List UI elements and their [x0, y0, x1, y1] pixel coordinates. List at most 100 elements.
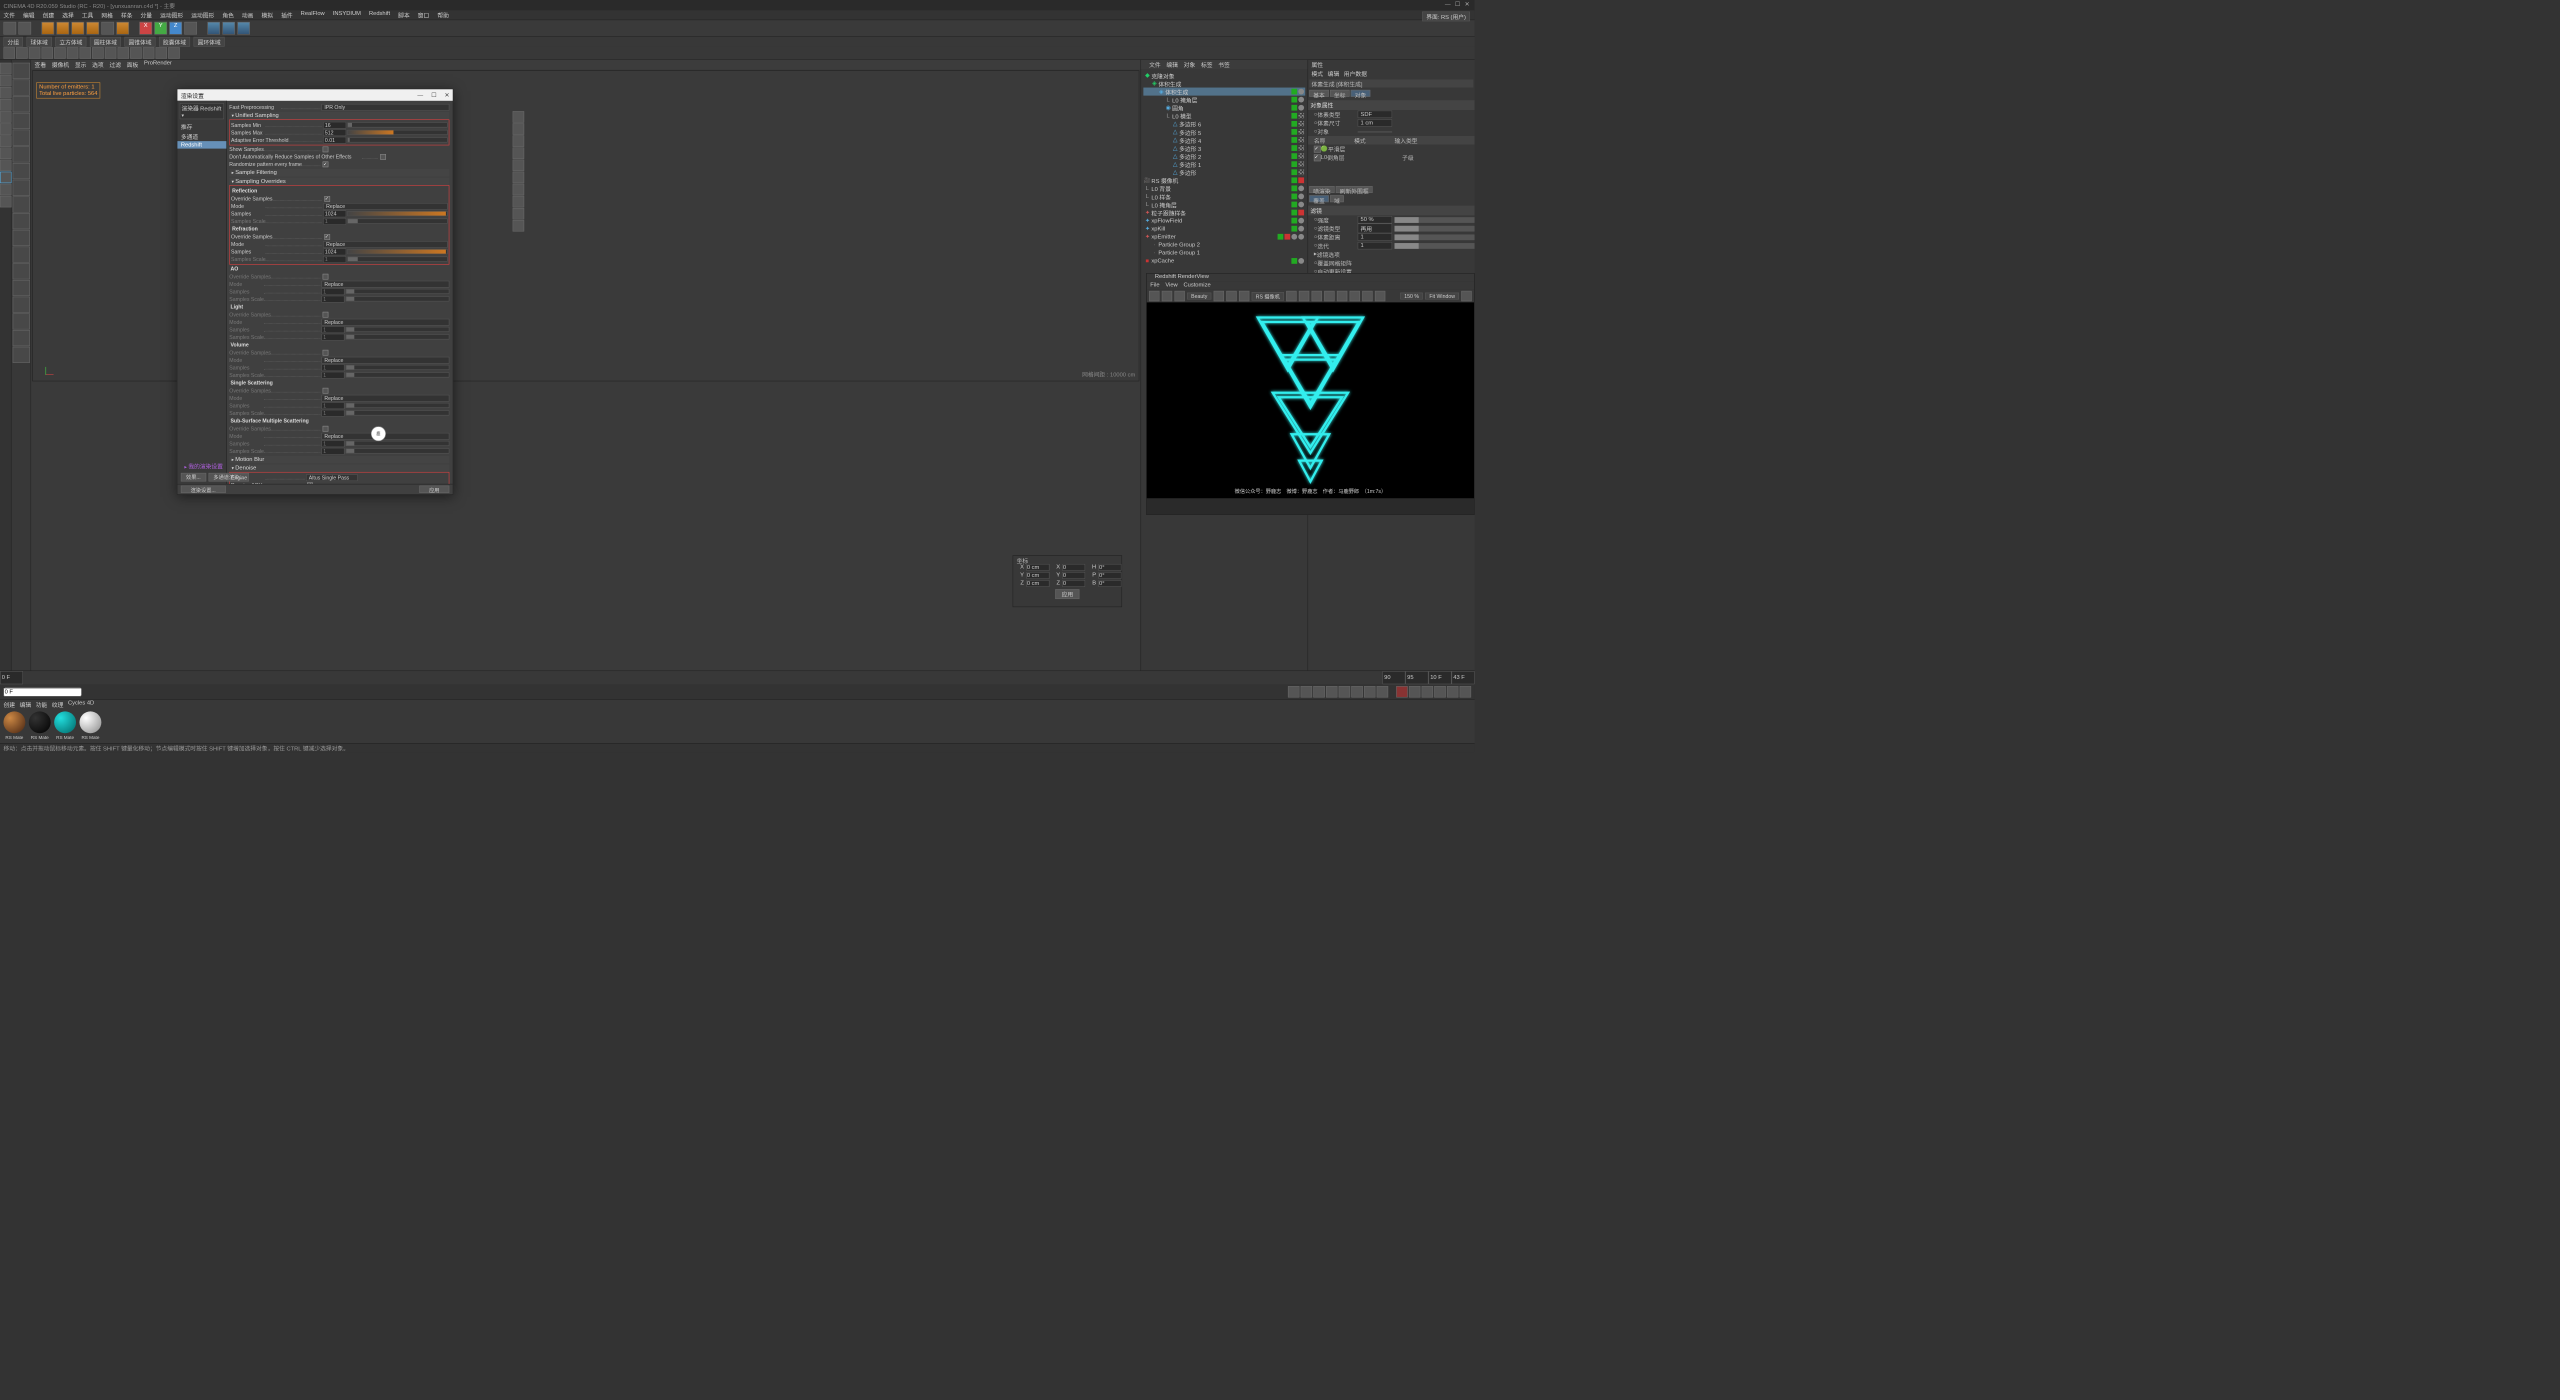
minimize-icon[interactable]: —	[1444, 1, 1452, 7]
rv-refresh-icon[interactable]	[1174, 291, 1184, 301]
menu-item[interactable]: 编辑	[23, 10, 35, 19]
point-mode-icon[interactable]	[0, 99, 12, 111]
randomize-check[interactable]	[323, 161, 329, 167]
obj-manager-tab[interactable]: 文件	[1149, 60, 1161, 69]
undo-button[interactable]	[3, 22, 16, 35]
render-settings-button-2[interactable]: 渲染设置...	[181, 486, 226, 493]
key-icon[interactable]	[1422, 686, 1434, 698]
rv-camera-dropdown[interactable]: RS 摄像机	[1252, 292, 1284, 301]
ticon-3[interactable]	[29, 47, 41, 59]
menu-item[interactable]: 选择	[62, 10, 74, 19]
tag-icon[interactable]	[1298, 177, 1304, 183]
menu-item[interactable]: 角色	[222, 10, 234, 19]
unified-sampling-header[interactable]: Unified Sampling	[229, 112, 449, 119]
mid-icon[interactable]	[513, 196, 525, 208]
rv-btn[interactable]	[1226, 291, 1236, 301]
play-back-icon[interactable]	[1326, 686, 1338, 698]
texture-mode-icon[interactable]	[0, 75, 12, 87]
dlg-close-icon[interactable]: ✕	[444, 92, 449, 98]
menu-item[interactable]: 分量	[141, 10, 153, 19]
show-samples-check[interactable]	[323, 146, 329, 152]
attr-tab[interactable]: 对象	[1351, 90, 1371, 97]
attr-tool-button[interactable]: 刷新外围框	[1336, 186, 1373, 193]
tag-icon[interactable]	[1298, 258, 1304, 264]
refr-override-check[interactable]	[324, 234, 330, 240]
my-render-settings[interactable]: ▸ 我的渲染设置	[179, 460, 229, 471]
dont-reduce-check[interactable]	[380, 154, 386, 160]
render-settings-button[interactable]	[237, 22, 250, 35]
pal-14[interactable]	[12, 280, 29, 296]
attr-tab[interactable]: 基本	[1309, 90, 1329, 97]
quantize-icon[interactable]	[0, 184, 12, 196]
menu-item[interactable]: 脚本	[398, 10, 410, 19]
pal-16[interactable]	[12, 313, 29, 329]
misc-icon[interactable]	[0, 196, 12, 208]
tag-icon[interactable]	[1298, 234, 1304, 240]
next-frame-icon[interactable]	[1351, 686, 1363, 698]
tag-icon[interactable]	[1291, 218, 1297, 224]
maximize-icon[interactable]: ☐	[1453, 1, 1461, 7]
menu-item[interactable]: 样条	[121, 10, 133, 19]
mid-icon[interactable]	[513, 135, 525, 147]
mid-icon[interactable]	[513, 111, 525, 123]
x-axis-toggle[interactable]: X	[139, 22, 152, 35]
tag-icon[interactable]	[1298, 145, 1304, 151]
left-item-redshift[interactable]: Redshift	[177, 141, 226, 148]
override-tab[interactable]: 覆盖	[1309, 195, 1329, 202]
viewport-tab[interactable]: 面板	[127, 60, 139, 69]
rv-btn[interactable]	[1214, 291, 1224, 301]
dlg-max-icon[interactable]: ☐	[431, 92, 436, 98]
tag-icon[interactable]	[1291, 210, 1297, 216]
mid-icon[interactable]	[513, 160, 525, 172]
pal-18[interactable]	[12, 347, 29, 363]
tag-icon[interactable]	[1291, 121, 1297, 127]
pal-7[interactable]	[12, 163, 29, 179]
tag-icon[interactable]	[1291, 194, 1297, 200]
viewport-tab[interactable]: ProRender	[144, 60, 172, 69]
tag-icon[interactable]	[1298, 210, 1304, 216]
attr-list-row[interactable]: L0 倒角层子级	[1308, 153, 1474, 162]
ticon-2[interactable]	[16, 47, 28, 59]
rv-btn[interactable]	[1375, 291, 1385, 301]
next-key-icon[interactable]	[1364, 686, 1376, 698]
tag-icon[interactable]	[1298, 194, 1304, 200]
timeline-start[interactable]	[0, 671, 23, 684]
menu-item[interactable]: 创建	[43, 10, 55, 19]
menu-item[interactable]: Redshift	[369, 10, 390, 19]
denoise-aov-check[interactable]	[307, 482, 313, 484]
pal-13[interactable]	[12, 263, 29, 279]
timeline-current[interactable]	[1382, 671, 1405, 684]
key-icon[interactable]	[1460, 686, 1472, 698]
pal-15[interactable]	[12, 297, 29, 313]
rv-btn[interactable]	[1324, 291, 1334, 301]
menu-item[interactable]: 动画	[242, 10, 254, 19]
tag-icon[interactable]	[1291, 169, 1297, 175]
material-item[interactable]: RS Mate	[29, 711, 51, 733]
snapping-icon[interactable]	[0, 172, 12, 184]
tree-item[interactable]: ·Particle Group 2	[1143, 241, 1305, 249]
pal-8[interactable]	[12, 180, 29, 196]
field-type-tab[interactable]: 球体域	[26, 37, 51, 47]
tag-icon[interactable]	[1298, 169, 1304, 175]
tag-icon[interactable]	[1298, 121, 1304, 127]
tag-icon[interactable]	[1291, 161, 1297, 167]
tag-icon[interactable]	[1298, 185, 1304, 191]
tag-icon[interactable]	[1298, 202, 1304, 208]
menu-item[interactable]: 帮助	[437, 10, 449, 19]
timeline-fps[interactable]	[1452, 671, 1475, 684]
timeline-end2[interactable]	[1428, 671, 1451, 684]
renderer-dropdown[interactable]: 渲染器 Redshift ▾	[180, 103, 224, 119]
refr-mode-dropdown[interactable]: Replace	[323, 240, 447, 247]
tag-icon[interactable]	[1298, 89, 1304, 95]
key-icon[interactable]	[1447, 686, 1459, 698]
render-view-button[interactable]	[207, 22, 220, 35]
left-item-multipass[interactable]: 多通道	[177, 131, 226, 141]
move-tool[interactable]	[56, 22, 69, 35]
pal-3[interactable]	[12, 96, 29, 112]
autokey-icon[interactable]	[1409, 686, 1421, 698]
left-item-save[interactable]: 推存	[177, 122, 226, 132]
field-type-tab[interactable]: 分组	[3, 37, 23, 47]
material-item[interactable]: RS Mate	[79, 711, 101, 733]
timeline-ruler[interactable]	[23, 671, 1382, 684]
attr-subtab[interactable]: 模式	[1312, 69, 1324, 78]
